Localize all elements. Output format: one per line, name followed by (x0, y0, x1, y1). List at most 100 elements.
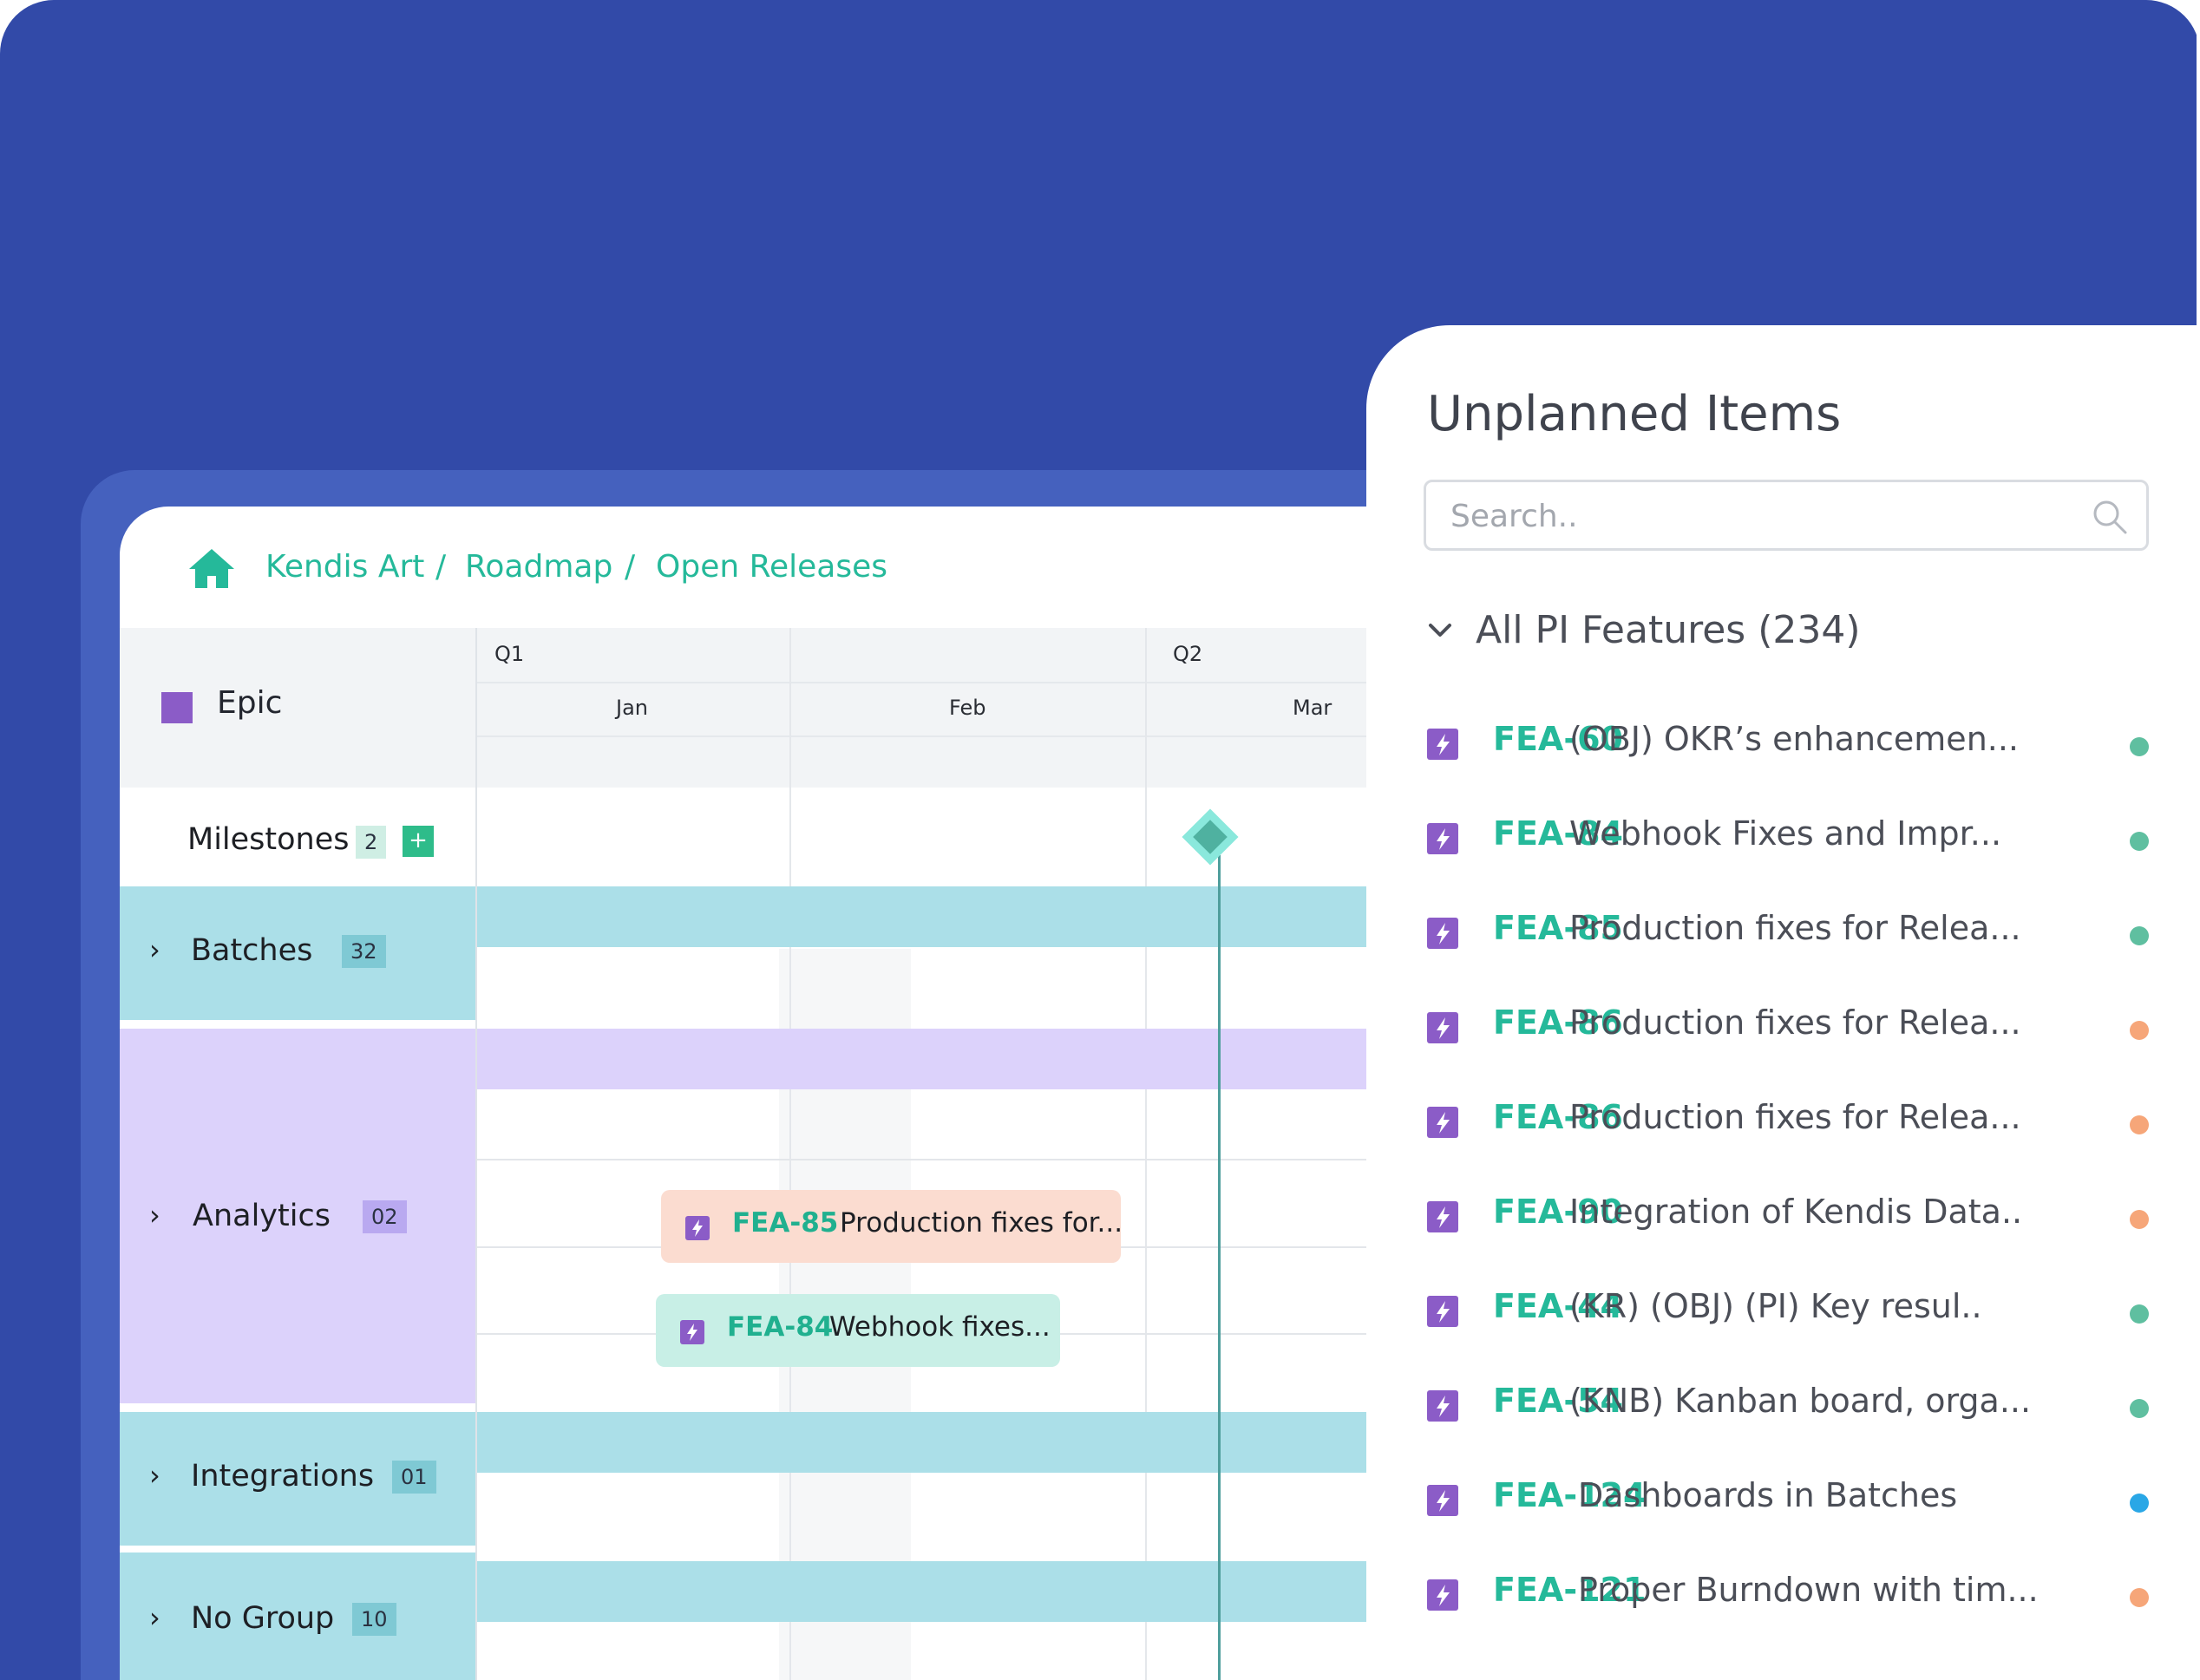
unplanned-items-panel: Unplanned Items All PI Features (234) FE… (1366, 325, 2200, 1680)
epic-label: Epic (217, 685, 283, 721)
feature-bolt-icon (1427, 918, 1458, 949)
all-pi-features-label: All PI Features (234) (1476, 608, 1861, 652)
status-dot (2130, 1304, 2149, 1324)
breadcrumb-separator: / (625, 549, 636, 585)
breadcrumb: Kendis Art / Roadmap / Open Releases (120, 507, 1456, 628)
item-title: Proper Burndown with tim... (1578, 1571, 2039, 1609)
chevron-right-icon[interactable]: › (149, 1199, 160, 1232)
item-title: (OBJ) OKR’s enhancemen... (1569, 720, 2020, 758)
feature-bolt-icon (1427, 1107, 1458, 1138)
milestones-count-badge: 2 (356, 826, 387, 859)
status-dot (2130, 1399, 2149, 1418)
status-dot (2130, 1210, 2149, 1229)
today-line (1218, 855, 1221, 1680)
feature-bolt-icon (680, 1320, 704, 1344)
item-title: (KR) (OBJ) (PI) Key resul.. (1569, 1287, 1982, 1325)
item-title: Production fixes for Relea... (1569, 909, 2021, 947)
unplanned-item[interactable]: FEA-85 Production fixes for Relea... (1427, 900, 2182, 970)
breadcrumb-open-releases[interactable]: Open Releases (656, 548, 887, 586)
feature-bolt-icon (1427, 1579, 1458, 1611)
grid-line (789, 628, 791, 1680)
group-row-no-group[interactable]: › No Group 10 (120, 1553, 475, 1680)
month-label-feb: Feb (949, 696, 986, 720)
feature-bolt-icon (1427, 1485, 1458, 1516)
milestones-row: Milestones 2 + (120, 788, 475, 886)
breadcrumb-separator: / (435, 549, 447, 585)
feature-title: Webhook fixes... (829, 1311, 1051, 1343)
feature-bolt-icon (1427, 823, 1458, 854)
chevron-right-icon[interactable]: › (149, 1601, 160, 1634)
status-dot (2130, 1588, 2149, 1607)
feature-key: FEA-84 (727, 1311, 834, 1343)
feature-title: Production fixes for... (840, 1207, 1121, 1239)
feature-key: FEA-85 (732, 1207, 839, 1239)
epic-header: Epic (120, 628, 475, 788)
status-dot (2130, 1115, 2149, 1134)
home-icon[interactable] (187, 546, 236, 590)
unplanned-item[interactable]: FEA-54 (KNB) Kanban board, orga... (1427, 1373, 2182, 1442)
group-row-integrations[interactable]: › Integrations 01 (120, 1412, 475, 1546)
epic-color-icon (161, 692, 193, 723)
feature-bolt-icon (1427, 1390, 1458, 1422)
group-row-analytics[interactable]: › Analytics 02 (120, 1029, 475, 1403)
panel-title: Unplanned Items (1427, 386, 1842, 442)
feature-bolt-icon (1427, 729, 1458, 760)
timeline-header: Q1 Q2 Jan Feb Mar (477, 628, 1456, 788)
month-label-mar: Mar (1293, 696, 1332, 720)
unplanned-item[interactable]: FEA-84 Webhook Fixes and Impr... (1427, 806, 2182, 875)
search-box[interactable] (1424, 480, 2149, 551)
status-dot (2130, 1021, 2149, 1040)
breadcrumb-kendis-art[interactable]: Kendis Art (265, 548, 424, 586)
status-dot (2130, 1494, 2149, 1513)
roadmap-timeline: Q1 Q2 Jan Feb Mar FEA-85 Production fixe… (475, 628, 1456, 1680)
group-count-badge: 01 (392, 1461, 436, 1494)
feature-bolt-icon (1427, 1012, 1458, 1043)
status-dot (2130, 832, 2149, 851)
breadcrumb-roadmap[interactable]: Roadmap (465, 548, 612, 586)
unplanned-item[interactable]: FEA-86 Production fixes for Relea... (1427, 995, 2182, 1064)
item-title: (KNB) Kanban board, orga... (1569, 1382, 2032, 1420)
chevron-right-icon[interactable]: › (149, 933, 160, 966)
unplanned-item[interactable]: FEA-44 (KR) (OBJ) (PI) Key resul.. (1427, 1278, 2182, 1348)
unplanned-item[interactable]: FEA-124 Dashboards in Batches (1427, 1468, 2182, 1537)
item-title: Production fixes for Relea... (1569, 1098, 2021, 1136)
status-dot (2130, 926, 2149, 945)
quarter-label-q2: Q2 (1173, 642, 1203, 666)
milestones-label: Milestones (187, 822, 350, 857)
group-count-badge: 02 (363, 1200, 407, 1233)
group-column: Epic Milestones 2 + › Batches 32 › Analy… (120, 628, 475, 1680)
roadmap-card: Kendis Art / Roadmap / Open Releases Epi… (120, 507, 1456, 1680)
group-row-batches[interactable]: › Batches 32 (120, 886, 475, 1020)
add-milestone-button[interactable]: + (403, 826, 434, 857)
quarter-row: Q1 Q2 (477, 628, 1456, 683)
group-label: Batches (191, 933, 313, 968)
group-count-badge: 32 (342, 935, 386, 968)
group-label: Analytics (193, 1199, 331, 1233)
unplanned-item[interactable]: FEA-60 (OBJ) OKR’s enhancemen... (1427, 711, 2182, 781)
unplanned-item[interactable]: FEA-90 Integration of Kendis Data.. (1427, 1184, 2182, 1253)
unplanned-item[interactable]: FEA-86 Production fixes for Relea... (1427, 1089, 2182, 1159)
feature-chip[interactable]: FEA-84 Webhook fixes... (656, 1294, 1060, 1367)
item-title: Integration of Kendis Data.. (1569, 1193, 2023, 1231)
group-count-badge: 10 (352, 1603, 396, 1636)
month-label-jan: Jan (616, 696, 648, 720)
feature-bolt-icon (685, 1216, 710, 1240)
group-band-no-group (477, 1561, 1456, 1622)
unplanned-item[interactable]: FEA-121 Proper Burndown with tim... (1427, 1562, 2182, 1631)
quarter-label-q1: Q1 (494, 642, 525, 666)
group-band-batches (477, 886, 1456, 947)
group-label: No Group (191, 1601, 335, 1636)
group-label: Integrations (191, 1459, 375, 1494)
chevron-right-icon[interactable]: › (149, 1459, 160, 1492)
feature-bolt-icon (1427, 1296, 1458, 1327)
row-divider (477, 1159, 1456, 1160)
item-title: Webhook Fixes and Impr... (1569, 814, 2002, 853)
group-band-integrations (477, 1412, 1456, 1473)
feature-bolt-icon (1427, 1201, 1458, 1232)
chevron-down-icon[interactable] (1427, 620, 1453, 641)
search-input[interactable] (1450, 494, 2058, 538)
status-dot (2130, 737, 2149, 756)
search-icon[interactable] (2091, 498, 2129, 536)
month-row: Jan Feb Mar (477, 682, 1456, 737)
feature-chip[interactable]: FEA-85 Production fixes for... (661, 1190, 1121, 1263)
